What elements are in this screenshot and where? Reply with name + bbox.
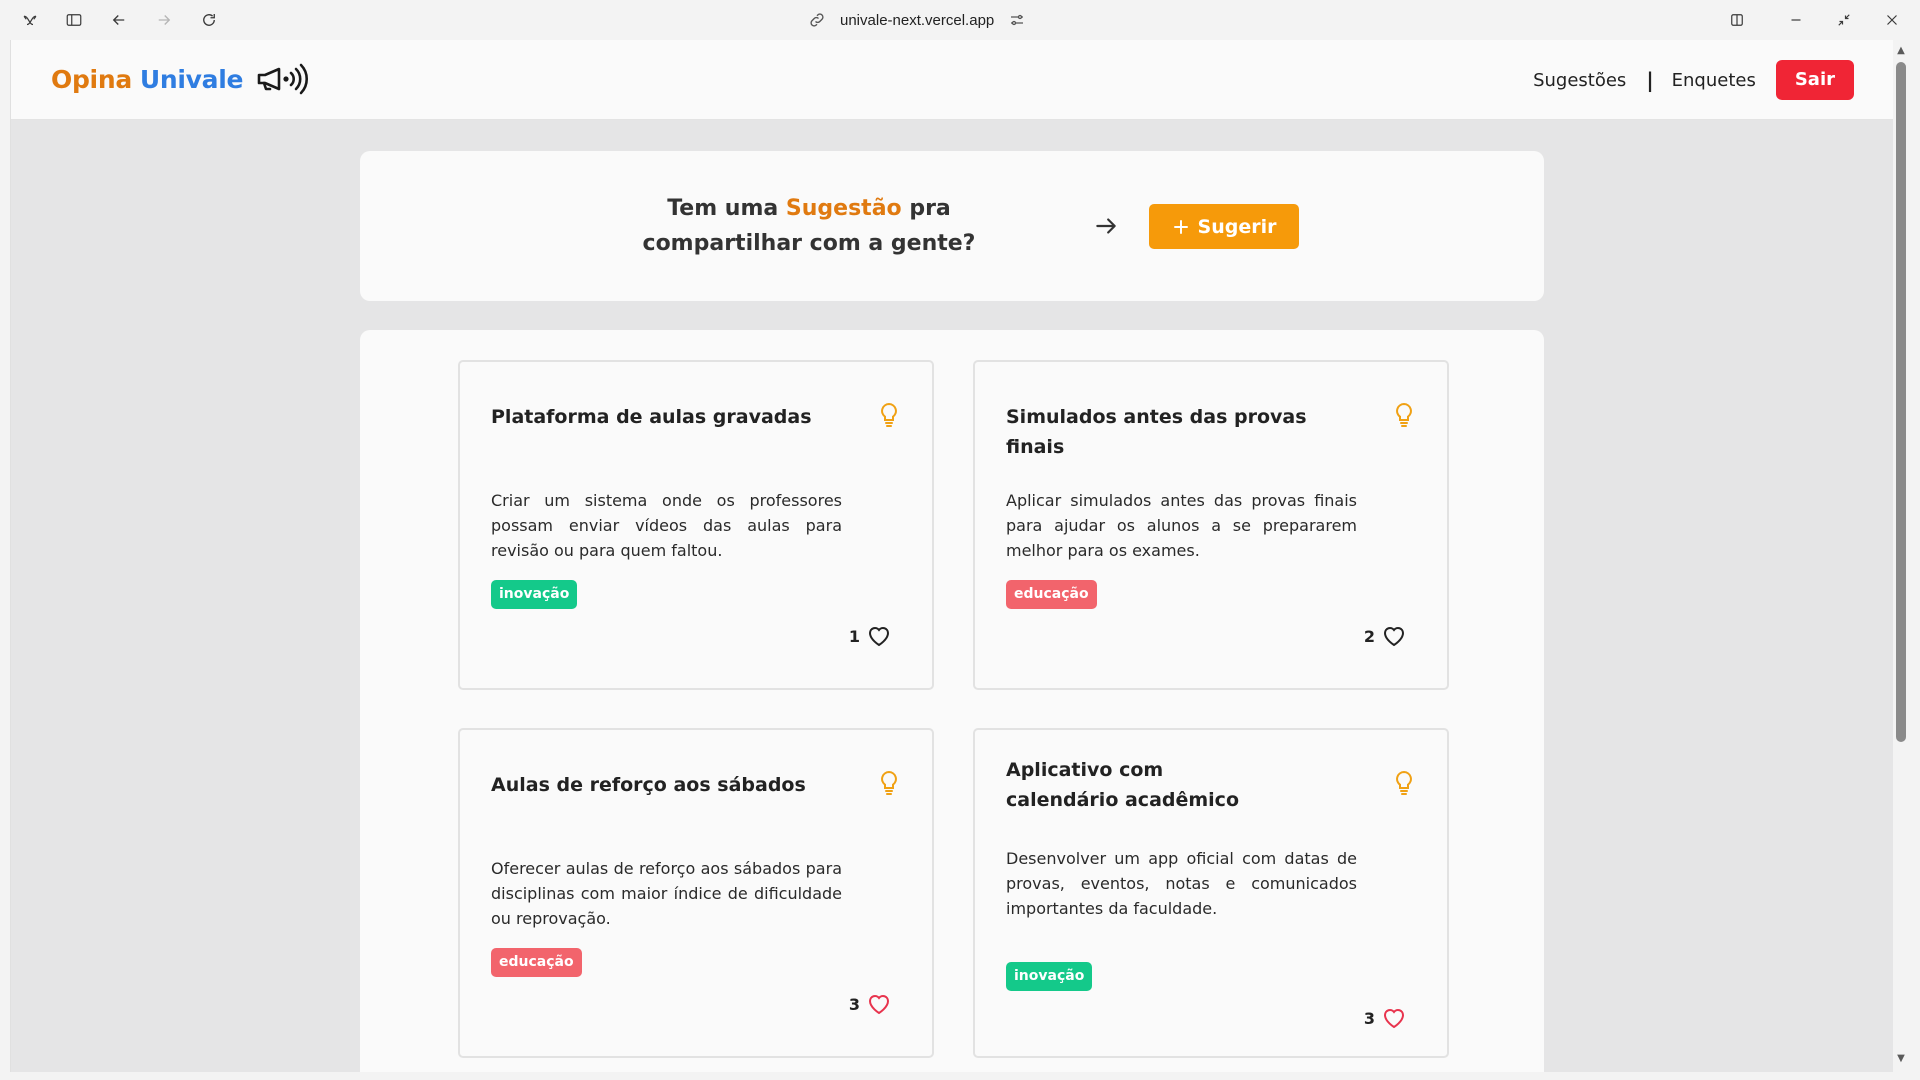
tag-badge: educação (491, 948, 582, 977)
suggestion-card: Simulados antes das provas finais Aplica… (973, 360, 1449, 690)
card-description: Criar um sistema onde os professores pos… (491, 491, 842, 560)
like-control[interactable]: 1 (849, 624, 892, 648)
address-bar[interactable]: univale-next.vercel.app (808, 6, 1026, 34)
logo-opina: Opina (51, 64, 132, 94)
close-icon[interactable] (1880, 8, 1904, 32)
lightbulb-icon (881, 402, 897, 427)
tag-badge: inovação (1006, 962, 1093, 991)
scroll-down-arrow-icon[interactable]: ▼ (1896, 1054, 1906, 1064)
restore-icon[interactable] (1832, 8, 1856, 32)
scrollbar-thumb[interactable] (1896, 62, 1906, 742)
like-count: 3 (1363, 1008, 1375, 1028)
browser-logo-icon[interactable] (18, 8, 42, 32)
sugerir-button[interactable]: Sugerir (1149, 204, 1299, 249)
heart-liked-icon[interactable] (1381, 1006, 1407, 1030)
like-control[interactable]: 3 (849, 992, 892, 1016)
suggestion-card: Aplicativo com calendário acadêmico Dese… (973, 728, 1449, 1058)
banner-text: Tem uma Sugestão pra compartilhar com a … (602, 191, 1016, 261)
card-title: Plataforma de aulas gravadas (491, 406, 812, 428)
lightbulb-icon (1396, 402, 1412, 427)
forward-arrow-icon[interactable] (152, 8, 176, 32)
suggestion-card: Plataforma de aulas gravadas Criar um si… (458, 360, 934, 690)
card-title: Aplicativo com calendário acadêmico (1006, 759, 1240, 811)
suggestion-banner: Tem uma Sugestão pra compartilhar com a … (360, 151, 1544, 301)
back-arrow-icon[interactable] (107, 8, 131, 32)
logo-univale: Univale (139, 64, 244, 94)
minimize-icon[interactable] (1784, 8, 1808, 32)
url-text[interactable]: univale-next.vercel.app (840, 12, 994, 29)
like-control[interactable]: 3 (1364, 1006, 1407, 1030)
card-description: Oferecer aulas de reforço aos sábados pa… (491, 859, 842, 928)
lightbulb-icon (881, 770, 897, 795)
card-description: Desenvolver um app oficial com datas de … (1006, 849, 1357, 918)
suggestions-panel: Plataforma de aulas gravadas Criar um si… (360, 330, 1544, 1072)
plus-icon (1173, 219, 1188, 234)
like-count: 2 (1363, 626, 1375, 646)
main-nav: Sugestões | Enquetes Sair (1533, 60, 1854, 100)
card-title: Aulas de reforço aos sábados (491, 774, 806, 796)
reload-icon[interactable] (197, 8, 221, 32)
link-icon (810, 13, 824, 27)
nav-enquetes-link[interactable]: Enquetes (1672, 70, 1756, 91)
site-header: Opina Univale Sugestões | Enquetes Sair (11, 40, 1893, 120)
banner-text-highlight: Sugestão (785, 196, 902, 221)
heart-outline-icon[interactable] (1381, 624, 1407, 648)
suggestion-card: Aulas de reforço aos sábados Oferecer au… (458, 728, 934, 1058)
heart-liked-icon[interactable] (866, 992, 892, 1016)
nav-sugestoes-link[interactable]: Sugestões (1533, 70, 1626, 91)
like-count: 3 (848, 994, 860, 1014)
sugerir-label: Sugerir (1197, 215, 1277, 238)
site-settings-icon[interactable] (1008, 11, 1026, 29)
nav-separator: | (1646, 68, 1654, 92)
heart-outline-icon[interactable] (866, 624, 892, 648)
site-logo[interactable]: Opina Univale (51, 62, 311, 96)
page-viewport: Opina Univale Sugestões | Enquetes Sair … (10, 40, 1893, 1072)
like-count: 1 (848, 626, 860, 646)
banner-text-before: Tem uma (667, 196, 779, 221)
tag-badge: educação (1006, 580, 1097, 609)
sidebar-toggle-icon[interactable] (62, 8, 86, 32)
like-control[interactable]: 2 (1364, 624, 1407, 648)
megaphone-icon (257, 63, 309, 95)
tag-badge: inovação (491, 580, 578, 609)
split-view-icon[interactable] (1725, 8, 1749, 32)
arrow-right-icon (1096, 218, 1116, 234)
browser-toolbar: univale-next.vercel.app (0, 0, 1920, 40)
card-title: Simulados antes das provas finais (1006, 406, 1307, 458)
logout-button[interactable]: Sair (1775, 60, 1854, 100)
lightbulb-icon (1396, 770, 1412, 795)
scroll-up-arrow-icon[interactable]: ▲ (1896, 46, 1906, 56)
card-description: Aplicar simulados antes das provas finai… (1006, 491, 1357, 560)
